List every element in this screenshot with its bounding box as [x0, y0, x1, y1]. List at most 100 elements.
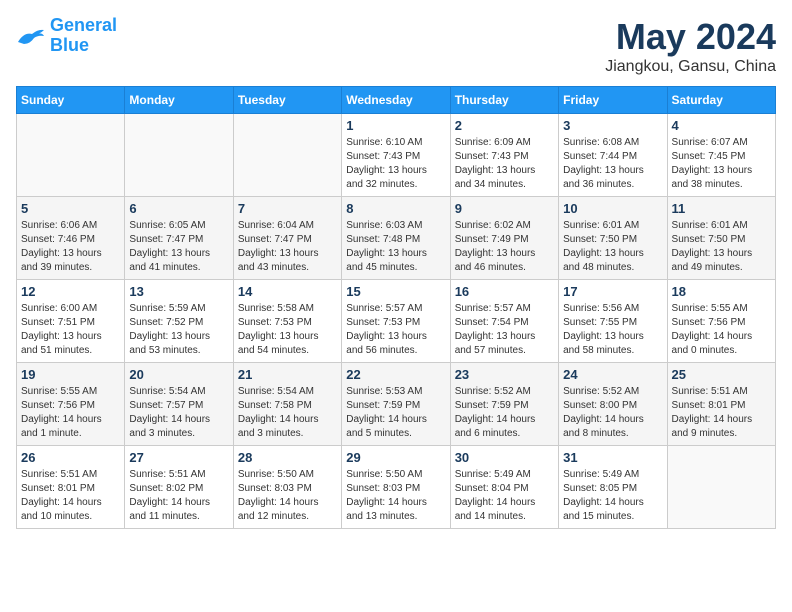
- day-info: Sunrise: 6:06 AM Sunset: 7:46 PM Dayligh…: [21, 219, 120, 275]
- day-number: 20: [129, 367, 228, 382]
- day-info: Sunrise: 5:50 AM Sunset: 8:03 PM Dayligh…: [346, 468, 445, 524]
- day-info: Sunrise: 5:55 AM Sunset: 7:56 PM Dayligh…: [21, 385, 120, 441]
- calendar-cell: [17, 114, 125, 197]
- location-title: Jiangkou, Gansu, China: [605, 58, 776, 76]
- day-info: Sunrise: 6:04 AM Sunset: 7:47 PM Dayligh…: [238, 219, 337, 275]
- day-info: Sunrise: 5:50 AM Sunset: 8:03 PM Dayligh…: [238, 468, 337, 524]
- day-number: 10: [563, 201, 662, 216]
- logo-text: GeneralBlue: [50, 16, 117, 56]
- day-number: 25: [672, 367, 771, 382]
- day-info: Sunrise: 5:49 AM Sunset: 8:04 PM Dayligh…: [455, 468, 554, 524]
- title-section: May 2024 Jiangkou, Gansu, China: [605, 16, 776, 76]
- calendar-cell: 26 Sunrise: 5:51 AM Sunset: 8:01 PM Dayli…: [17, 446, 125, 529]
- calendar-week-row: 12 Sunrise: 6:00 AM Sunset: 7:51 PM Dayli…: [17, 280, 776, 363]
- calendar-cell: 29 Sunrise: 5:50 AM Sunset: 8:03 PM Dayli…: [342, 446, 450, 529]
- day-number: 3: [563, 118, 662, 133]
- day-info: Sunrise: 6:01 AM Sunset: 7:50 PM Dayligh…: [672, 219, 771, 275]
- calendar-cell: 7 Sunrise: 6:04 AM Sunset: 7:47 PM Daylig…: [233, 197, 341, 280]
- day-number: 23: [455, 367, 554, 382]
- day-number: 30: [455, 450, 554, 465]
- calendar-cell: 31Sunrise: 5:49 AM Sunset: 8:05 PM Dayli…: [559, 446, 667, 529]
- day-info: Sunrise: 5:52 AM Sunset: 8:00 PM Dayligh…: [563, 385, 662, 441]
- day-number: 26: [21, 450, 120, 465]
- calendar-cell: 10 Sunrise: 6:01 AM Sunset: 7:50 PM Dayli…: [559, 197, 667, 280]
- calendar-cell: 19 Sunrise: 5:55 AM Sunset: 7:56 PM Dayli…: [17, 363, 125, 446]
- calendar-cell: 27Sunrise: 5:51 AM Sunset: 8:02 PM Dayli…: [125, 446, 233, 529]
- calendar-week-row: 5 Sunrise: 6:06 AM Sunset: 7:46 PM Daylig…: [17, 197, 776, 280]
- day-info: Sunrise: 5:51 AM Sunset: 8:01 PM Dayligh…: [21, 468, 120, 524]
- day-info: Sunrise: 5:52 AM Sunset: 7:59 PM Dayligh…: [455, 385, 554, 441]
- day-number: 19: [21, 367, 120, 382]
- day-number: 22: [346, 367, 445, 382]
- day-number: 16: [455, 284, 554, 299]
- day-info: Sunrise: 6:01 AM Sunset: 7:50 PM Dayligh…: [563, 219, 662, 275]
- day-number: 4: [672, 118, 771, 133]
- month-title: May 2024: [605, 16, 776, 58]
- day-info: Sunrise: 6:05 AM Sunset: 7:47 PM Dayligh…: [129, 219, 228, 275]
- calendar-cell: 23 Sunrise: 5:52 AM Sunset: 7:59 PM Dayli…: [450, 363, 558, 446]
- day-info: Sunrise: 5:53 AM Sunset: 7:59 PM Dayligh…: [346, 385, 445, 441]
- day-info: Sunrise: 6:09 AM Sunset: 7:43 PM Dayligh…: [455, 136, 554, 192]
- day-number: 14: [238, 284, 337, 299]
- day-number: 8: [346, 201, 445, 216]
- calendar-cell: 12 Sunrise: 6:00 AM Sunset: 7:51 PM Dayli…: [17, 280, 125, 363]
- logo: GeneralBlue: [16, 16, 117, 56]
- day-info: Sunrise: 5:51 AM Sunset: 8:02 PM Dayligh…: [129, 468, 228, 524]
- weekday-header: Wednesday: [342, 87, 450, 114]
- day-info: Sunrise: 5:54 AM Sunset: 7:57 PM Dayligh…: [129, 385, 228, 441]
- day-number: 24: [563, 367, 662, 382]
- calendar-cell: 22 Sunrise: 5:53 AM Sunset: 7:59 PM Dayli…: [342, 363, 450, 446]
- day-info: Sunrise: 6:00 AM Sunset: 7:51 PM Dayligh…: [21, 302, 120, 358]
- calendar-cell: 15 Sunrise: 5:57 AM Sunset: 7:53 PM Dayli…: [342, 280, 450, 363]
- calendar-cell: 21Sunrise: 5:54 AM Sunset: 7:58 PM Dayli…: [233, 363, 341, 446]
- calendar-cell: [233, 114, 341, 197]
- calendar-week-row: 26 Sunrise: 5:51 AM Sunset: 8:01 PM Dayli…: [17, 446, 776, 529]
- day-info: Sunrise: 5:51 AM Sunset: 8:01 PM Dayligh…: [672, 385, 771, 441]
- day-number: 17: [563, 284, 662, 299]
- logo-bird-icon: [16, 24, 46, 48]
- calendar-table: SundayMondayTuesdayWednesdayThursdayFrid…: [16, 86, 776, 529]
- calendar-cell: 17 Sunrise: 5:56 AM Sunset: 7:55 PM Dayli…: [559, 280, 667, 363]
- day-info: Sunrise: 5:57 AM Sunset: 7:53 PM Dayligh…: [346, 302, 445, 358]
- calendar-cell: 8 Sunrise: 6:03 AM Sunset: 7:48 PM Daylig…: [342, 197, 450, 280]
- calendar-cell: 24 Sunrise: 5:52 AM Sunset: 8:00 PM Dayli…: [559, 363, 667, 446]
- day-number: 9: [455, 201, 554, 216]
- calendar-week-row: 1Sunrise: 6:10 AM Sunset: 7:43 PM Daylig…: [17, 114, 776, 197]
- calendar-cell: 14 Sunrise: 5:58 AM Sunset: 7:53 PM Dayli…: [233, 280, 341, 363]
- day-number: 1: [346, 118, 445, 133]
- day-number: 7: [238, 201, 337, 216]
- day-info: Sunrise: 6:07 AM Sunset: 7:45 PM Dayligh…: [672, 136, 771, 192]
- calendar-cell: 4 Sunrise: 6:07 AM Sunset: 7:45 PM Daylig…: [667, 114, 775, 197]
- weekday-header: Saturday: [667, 87, 775, 114]
- day-number: 21: [238, 367, 337, 382]
- calendar-cell: 3 Sunrise: 6:08 AM Sunset: 7:44 PM Daylig…: [559, 114, 667, 197]
- day-info: Sunrise: 6:03 AM Sunset: 7:48 PM Dayligh…: [346, 219, 445, 275]
- weekday-header: Sunday: [17, 87, 125, 114]
- calendar-cell: 6 Sunrise: 6:05 AM Sunset: 7:47 PM Daylig…: [125, 197, 233, 280]
- day-number: 31: [563, 450, 662, 465]
- day-number: 11: [672, 201, 771, 216]
- day-info: Sunrise: 5:56 AM Sunset: 7:55 PM Dayligh…: [563, 302, 662, 358]
- calendar-cell: 20 Sunrise: 5:54 AM Sunset: 7:57 PM Dayli…: [125, 363, 233, 446]
- day-number: 29: [346, 450, 445, 465]
- calendar-cell: 9 Sunrise: 6:02 AM Sunset: 7:49 PM Daylig…: [450, 197, 558, 280]
- weekday-header: Thursday: [450, 87, 558, 114]
- weekday-header-row: SundayMondayTuesdayWednesdayThursdayFrid…: [17, 87, 776, 114]
- calendar-cell: 16 Sunrise: 5:57 AM Sunset: 7:54 PM Dayli…: [450, 280, 558, 363]
- day-number: 6: [129, 201, 228, 216]
- day-info: Sunrise: 6:02 AM Sunset: 7:49 PM Dayligh…: [455, 219, 554, 275]
- day-info: Sunrise: 5:58 AM Sunset: 7:53 PM Dayligh…: [238, 302, 337, 358]
- day-number: 13: [129, 284, 228, 299]
- calendar-cell: 11 Sunrise: 6:01 AM Sunset: 7:50 PM Dayli…: [667, 197, 775, 280]
- day-number: 5: [21, 201, 120, 216]
- day-info: Sunrise: 6:08 AM Sunset: 7:44 PM Dayligh…: [563, 136, 662, 192]
- calendar-cell: 18Sunrise: 5:55 AM Sunset: 7:56 PM Dayli…: [667, 280, 775, 363]
- calendar-cell: 30 Sunrise: 5:49 AM Sunset: 8:04 PM Dayli…: [450, 446, 558, 529]
- day-number: 15: [346, 284, 445, 299]
- calendar-cell: 2Sunrise: 6:09 AM Sunset: 7:43 PM Daylig…: [450, 114, 558, 197]
- weekday-header: Friday: [559, 87, 667, 114]
- calendar-cell: 5 Sunrise: 6:06 AM Sunset: 7:46 PM Daylig…: [17, 197, 125, 280]
- calendar-cell: 28Sunrise: 5:50 AM Sunset: 8:03 PM Dayli…: [233, 446, 341, 529]
- day-info: Sunrise: 5:57 AM Sunset: 7:54 PM Dayligh…: [455, 302, 554, 358]
- day-number: 12: [21, 284, 120, 299]
